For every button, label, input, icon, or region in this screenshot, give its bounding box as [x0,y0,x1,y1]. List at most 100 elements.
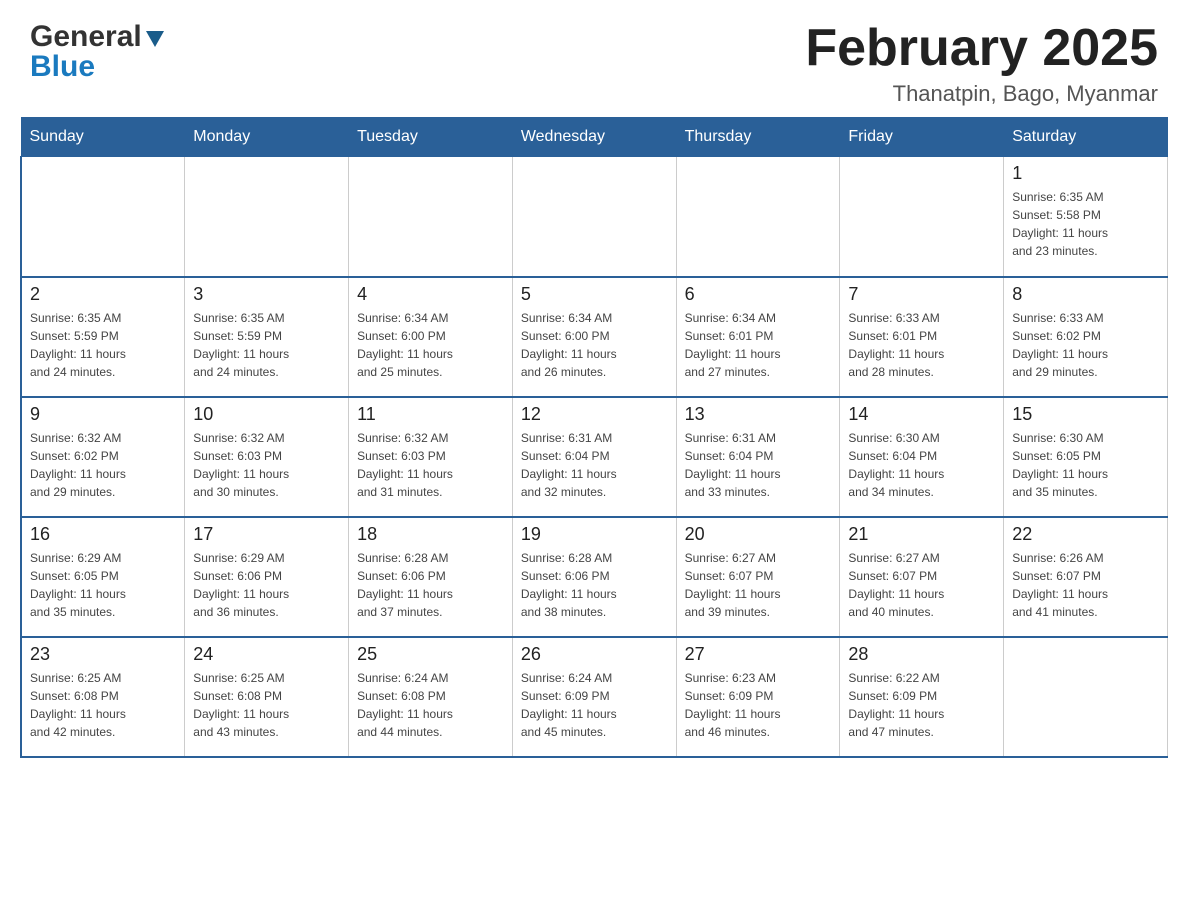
week-row-0: 1 Sunrise: 6:35 AM Sunset: 5:58 PM Daylig… [21,157,1168,277]
header-day-friday: Friday [840,118,1004,157]
calendar-cell: 8Sunrise: 6:33 AM Sunset: 6:02 PM Daylig… [1004,277,1168,397]
day-info: Sunrise: 6:24 AM Sunset: 6:09 PM Dayligh… [521,669,668,741]
header-day-saturday: Saturday [1004,118,1168,157]
page-header: General Blue February 2025 Thanatpin, Ba… [0,0,1188,117]
calendar-cell: 24Sunrise: 6:25 AM Sunset: 6:08 PM Dayli… [185,637,349,757]
calendar-cell: 11 Sunrise: 6:32 AM Sunset: 6:03 PM Dayli… [349,397,513,517]
calendar-cell: 18 Sunrise: 6:28 AM Sunset: 6:06 PM Dayli… [349,517,513,637]
calendar-cell: 20 Sunrise: 6:27 AM Sunset: 6:07 PM Dayli… [676,517,840,637]
day-number: 12 [521,404,668,425]
day-info: Sunrise: 6:28 AM Sunset: 6:06 PM Dayligh… [357,549,504,621]
header-day-monday: Monday [185,118,349,157]
day-info: Sunrise: 6:31 AM Sunset: 6:04 PM Dayligh… [521,429,668,501]
calendar-cell: 17Sunrise: 6:29 AM Sunset: 6:06 PM Dayli… [185,517,349,637]
calendar-cell: 23Sunrise: 6:25 AM Sunset: 6:08 PM Dayli… [21,637,185,757]
calendar-cell: 6 Sunrise: 6:34 AM Sunset: 6:01 PM Daylig… [676,277,840,397]
header-row: SundayMondayTuesdayWednesdayThursdayFrid… [21,118,1168,157]
calendar-cell [1004,637,1168,757]
day-number: 8 [1012,284,1159,305]
day-number: 18 [357,524,504,545]
calendar-cell [676,157,840,277]
week-row-4: 23Sunrise: 6:25 AM Sunset: 6:08 PM Dayli… [21,637,1168,757]
calendar-cell: 16Sunrise: 6:29 AM Sunset: 6:05 PM Dayli… [21,517,185,637]
day-number: 24 [193,644,340,665]
day-info: Sunrise: 6:29 AM Sunset: 6:06 PM Dayligh… [193,549,340,621]
day-number: 25 [357,644,504,665]
calendar-cell: 15 Sunrise: 6:30 AM Sunset: 6:05 PM Dayli… [1004,397,1168,517]
day-info: Sunrise: 6:27 AM Sunset: 6:07 PM Dayligh… [848,549,995,621]
day-info: Sunrise: 6:23 AM Sunset: 6:09 PM Dayligh… [685,669,832,741]
day-number: 9 [30,404,176,425]
calendar-cell: 10 Sunrise: 6:32 AM Sunset: 6:03 PM Dayli… [185,397,349,517]
day-info: Sunrise: 6:32 AM Sunset: 6:02 PM Dayligh… [30,429,176,501]
calendar-body: 1 Sunrise: 6:35 AM Sunset: 5:58 PM Daylig… [21,157,1168,757]
day-info: Sunrise: 6:30 AM Sunset: 6:04 PM Dayligh… [848,429,995,501]
week-row-2: 9 Sunrise: 6:32 AM Sunset: 6:02 PM Daylig… [21,397,1168,517]
day-number: 22 [1012,524,1159,545]
calendar-cell: 4 Sunrise: 6:34 AM Sunset: 6:00 PM Daylig… [349,277,513,397]
calendar-cell: 19 Sunrise: 6:28 AM Sunset: 6:06 PM Dayli… [512,517,676,637]
day-number: 15 [1012,404,1159,425]
day-info: Sunrise: 6:34 AM Sunset: 6:01 PM Dayligh… [685,309,832,381]
calendar-cell: 27Sunrise: 6:23 AM Sunset: 6:09 PM Dayli… [676,637,840,757]
day-number: 10 [193,404,340,425]
calendar-header: SundayMondayTuesdayWednesdayThursdayFrid… [21,118,1168,157]
day-info: Sunrise: 6:35 AM Sunset: 5:59 PM Dayligh… [30,309,176,381]
day-info: Sunrise: 6:32 AM Sunset: 6:03 PM Dayligh… [357,429,504,501]
day-number: 26 [521,644,668,665]
calendar-cell: 25Sunrise: 6:24 AM Sunset: 6:08 PM Dayli… [349,637,513,757]
calendar-container: SundayMondayTuesdayWednesdayThursdayFrid… [0,117,1188,778]
calendar-cell: 2 Sunrise: 6:35 AM Sunset: 5:59 PM Daylig… [21,277,185,397]
day-number: 2 [30,284,176,305]
day-number: 4 [357,284,504,305]
day-info: Sunrise: 6:32 AM Sunset: 6:03 PM Dayligh… [193,429,340,501]
calendar-cell: 13Sunrise: 6:31 AM Sunset: 6:04 PM Dayli… [676,397,840,517]
day-info: Sunrise: 6:35 AM Sunset: 5:58 PM Dayligh… [1012,188,1159,260]
day-number: 13 [685,404,832,425]
calendar-cell: 5Sunrise: 6:34 AM Sunset: 6:00 PM Daylig… [512,277,676,397]
day-number: 3 [193,284,340,305]
day-info: Sunrise: 6:26 AM Sunset: 6:07 PM Dayligh… [1012,549,1159,621]
day-number: 14 [848,404,995,425]
title-area: February 2025 Thanatpin, Bago, Myanmar [805,20,1158,107]
calendar-cell: 12 Sunrise: 6:31 AM Sunset: 6:04 PM Dayli… [512,397,676,517]
day-number: 11 [357,404,504,425]
day-info: Sunrise: 6:33 AM Sunset: 6:01 PM Dayligh… [848,309,995,381]
day-number: 6 [685,284,832,305]
day-number: 19 [521,524,668,545]
day-number: 16 [30,524,176,545]
day-info: Sunrise: 6:34 AM Sunset: 6:00 PM Dayligh… [521,309,668,381]
day-number: 21 [848,524,995,545]
header-day-tuesday: Tuesday [349,118,513,157]
calendar-cell [349,157,513,277]
logo: General Blue [30,20,166,84]
header-day-sunday: Sunday [21,118,185,157]
day-info: Sunrise: 6:28 AM Sunset: 6:06 PM Dayligh… [521,549,668,621]
calendar-cell: 3 Sunrise: 6:35 AM Sunset: 5:59 PM Daylig… [185,277,349,397]
day-number: 23 [30,644,176,665]
header-day-thursday: Thursday [676,118,840,157]
day-info: Sunrise: 6:27 AM Sunset: 6:07 PM Dayligh… [685,549,832,621]
calendar-cell: 21 Sunrise: 6:27 AM Sunset: 6:07 PM Dayli… [840,517,1004,637]
calendar-cell [21,157,185,277]
month-title: February 2025 [805,20,1158,77]
day-number: 28 [848,644,995,665]
calendar-cell: 9 Sunrise: 6:32 AM Sunset: 6:02 PM Daylig… [21,397,185,517]
logo-general: General [30,20,142,54]
day-number: 20 [685,524,832,545]
calendar-cell [185,157,349,277]
calendar-table: SundayMondayTuesdayWednesdayThursdayFrid… [20,117,1168,758]
day-number: 1 [1012,163,1159,184]
calendar-cell: 28 Sunrise: 6:22 AM Sunset: 6:09 PM Dayli… [840,637,1004,757]
day-info: Sunrise: 6:34 AM Sunset: 6:00 PM Dayligh… [357,309,504,381]
header-day-wednesday: Wednesday [512,118,676,157]
calendar-cell: 26 Sunrise: 6:24 AM Sunset: 6:09 PM Dayli… [512,637,676,757]
day-info: Sunrise: 6:30 AM Sunset: 6:05 PM Dayligh… [1012,429,1159,501]
location-title: Thanatpin, Bago, Myanmar [805,81,1158,107]
logo-triangle-icon [144,27,166,49]
day-info: Sunrise: 6:35 AM Sunset: 5:59 PM Dayligh… [193,309,340,381]
day-info: Sunrise: 6:22 AM Sunset: 6:09 PM Dayligh… [848,669,995,741]
week-row-3: 16Sunrise: 6:29 AM Sunset: 6:05 PM Dayli… [21,517,1168,637]
day-number: 7 [848,284,995,305]
calendar-cell [840,157,1004,277]
